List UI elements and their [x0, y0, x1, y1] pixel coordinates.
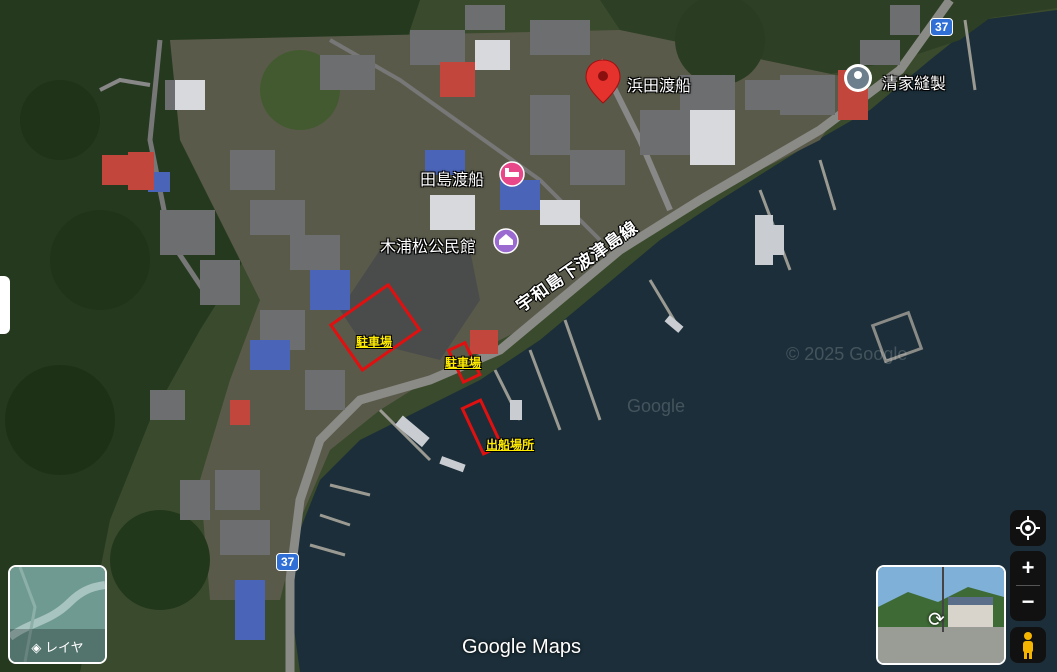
google-maps-attribution: Google Maps: [462, 636, 581, 658]
layers-icon: ◈: [31, 640, 42, 655]
annotation-boarding-place: 出船場所: [486, 438, 535, 452]
route-shield-top: 37: [930, 18, 954, 36]
my-location-button[interactable]: [1010, 510, 1046, 546]
zoom-out-button[interactable]: −: [1010, 586, 1046, 620]
pegman-button[interactable]: [1010, 627, 1046, 663]
annotation-parking-small: 駐車場: [445, 356, 482, 370]
layers-label: レイヤ: [45, 640, 84, 655]
annotation-parking-large: 駐車場: [356, 335, 393, 349]
watermark-google: Google: [627, 396, 686, 416]
place-label-kiuramatsu-hall[interactable]: 木浦松公民館: [380, 233, 476, 257]
layers-label-row: ◈ レイヤ: [10, 637, 105, 656]
civic-building-icon[interactable]: [493, 228, 519, 254]
side-panel-toggle[interactable]: [0, 276, 10, 334]
place-label-hamada-ferry[interactable]: 浜田渡船: [627, 72, 691, 96]
place-marker-icon[interactable]: [844, 64, 872, 92]
rotate-360-icon: ⟳: [928, 609, 945, 631]
pegman-icon: [1023, 632, 1033, 659]
route-shield-bottom: 37: [276, 553, 300, 571]
street-view-thumbnail[interactable]: ⟳: [876, 565, 1006, 665]
place-label-seike-sewing[interactable]: 清家縫製: [882, 70, 946, 94]
place-label-tajima-ferry[interactable]: 田島渡船: [420, 166, 484, 190]
watermark-copyright: © 2025 Google: [786, 344, 908, 364]
my-location-icon: [1016, 516, 1040, 540]
layers-button[interactable]: ◈ レイヤ: [8, 565, 107, 664]
zoom-in-button[interactable]: +: [1010, 551, 1046, 585]
hotel-icon[interactable]: [499, 161, 525, 187]
zoom-control: + −: [1010, 551, 1046, 621]
